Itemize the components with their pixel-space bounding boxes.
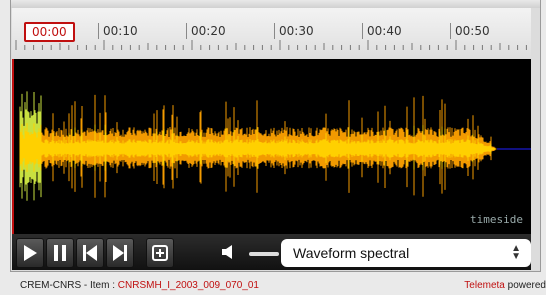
skip-forward-icon <box>113 245 127 261</box>
select-arrows-icon: ▲ ▼ <box>511 243 521 262</box>
add-marker-icon <box>152 245 168 261</box>
tick-label: 00:50 <box>450 23 490 39</box>
play-icon <box>24 245 37 261</box>
view-mode-select[interactable]: Waveform spectral ▲ ▼ <box>281 239 531 267</box>
telemeta-link[interactable]: Telemeta <box>464 280 505 291</box>
next-marker-button[interactable] <box>106 238 134 268</box>
tick-label: 00:20 <box>186 23 226 39</box>
tick-label: 00:30 <box>274 23 314 39</box>
powered-text: powered <box>504 280 546 291</box>
ruler-minor-ticks <box>15 40 527 50</box>
footer-prefix: CREM-CNRS - Item : <box>20 280 118 291</box>
volume-button[interactable] <box>216 238 242 266</box>
play-button[interactable] <box>16 238 44 268</box>
timeside-logo: timeside <box>470 213 523 226</box>
item-code-link[interactable]: CNRSMH_I_2003_009_070_01 <box>118 280 259 291</box>
waveform-display[interactable]: timeside <box>12 59 531 234</box>
top-band <box>11 0 540 8</box>
volume-icon <box>222 245 232 259</box>
footer: CREM-CNRS - Item : CNRSMH_I_2003_009_070… <box>20 280 546 295</box>
view-mode-value: Waveform spectral <box>293 245 410 261</box>
add-marker-button[interactable] <box>146 238 174 268</box>
skip-back-icon <box>83 245 97 261</box>
waveform-graph <box>19 91 531 201</box>
pause-icon <box>54 245 66 261</box>
tick-label: 00:40 <box>362 23 402 39</box>
volume-slider[interactable] <box>249 252 279 256</box>
time-ruler[interactable]: 00:00 00:10 00:20 00:30 00:40 00:50 <box>12 8 531 60</box>
current-time: 00:00 <box>24 22 75 42</box>
player-controls: Waveform spectral ▲ ▼ <box>12 234 531 270</box>
previous-marker-button[interactable] <box>76 238 104 268</box>
playhead-cursor[interactable] <box>12 59 14 234</box>
pause-button[interactable] <box>46 238 74 268</box>
tick-label: 00:10 <box>98 23 138 39</box>
